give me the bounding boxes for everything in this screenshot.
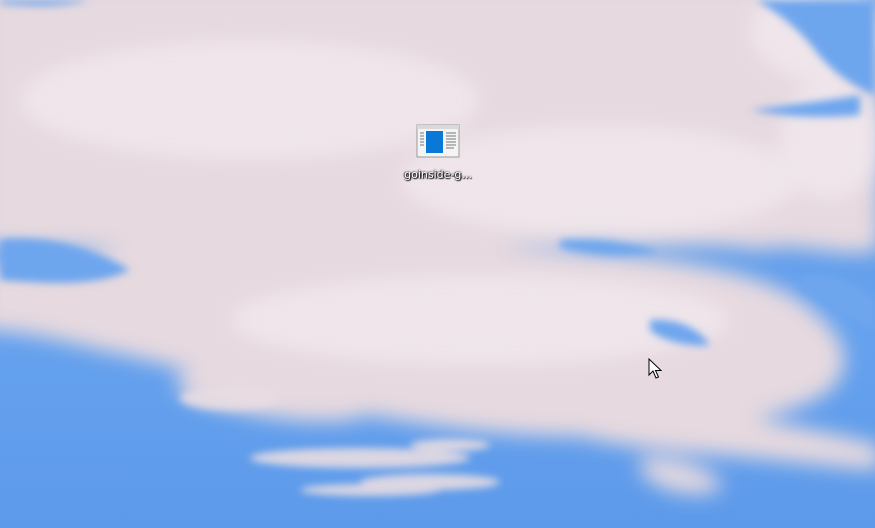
sky-wallpaper <box>0 0 875 528</box>
mouse-pointer-icon <box>648 358 662 379</box>
desktop[interactable]: goinside-g... <box>0 0 875 528</box>
desktop-icon-goinside[interactable]: goinside-g... <box>395 124 481 181</box>
desktop-icon-label: goinside-g... <box>404 168 472 181</box>
html-document-icon <box>416 124 460 158</box>
